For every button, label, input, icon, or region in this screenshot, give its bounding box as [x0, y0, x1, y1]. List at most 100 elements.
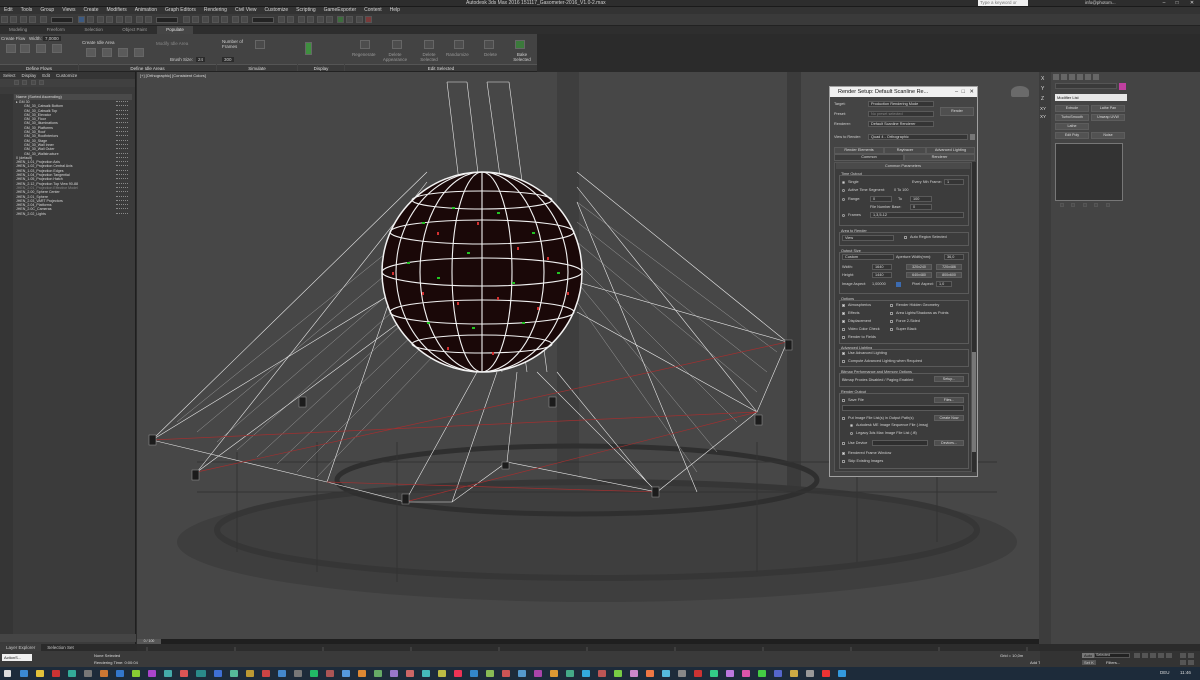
pivot-center-icon[interactable]: [182, 16, 190, 23]
menu-customize[interactable]: Customize: [265, 7, 289, 14]
window-crossing-icon[interactable]: [105, 16, 113, 23]
taskbar-app-icon[interactable]: [598, 670, 606, 677]
regenerate-icon[interactable]: [360, 40, 370, 49]
idle-area-paint-icon[interactable]: [134, 48, 144, 57]
play-icon[interactable]: [1150, 653, 1156, 658]
visibility-toggle-icon[interactable]: [116, 195, 128, 198]
bind-space-warp-icon[interactable]: [39, 16, 47, 23]
move-icon[interactable]: [116, 16, 124, 23]
taskbar-app-icon[interactable]: [758, 670, 766, 677]
taskbar-app-icon[interactable]: [84, 670, 92, 677]
taskbar-app-icon[interactable]: [148, 670, 156, 677]
reference-coordinate-dropdown[interactable]: [156, 17, 179, 23]
menu-views[interactable]: Views: [62, 7, 75, 14]
view-to-render-dropdown[interactable]: Quad 4 - Orthographic: [868, 134, 968, 140]
frames-input[interactable]: 1,3,5-12: [870, 212, 964, 218]
visibility-toggle-icon[interactable]: [116, 165, 128, 167]
randomize-icon[interactable]: [454, 40, 464, 49]
taskbar-app-icon[interactable]: [502, 670, 510, 677]
explorer-filter-icon[interactable]: [14, 80, 19, 85]
taskbar-app-icon[interactable]: [52, 670, 60, 677]
every-nth-input[interactable]: 1: [944, 179, 964, 185]
explorer-menu-edit[interactable]: Edit: [42, 72, 50, 79]
taskbar-app-icon[interactable]: [342, 670, 350, 677]
visibility-toggle-icon[interactable]: [116, 212, 128, 215]
height-input-rs[interactable]: 1440: [872, 272, 892, 278]
list-item[interactable]: JHEN_2.02_Lights: [14, 212, 132, 216]
auto-key-button[interactable]: Auto: [1082, 653, 1095, 658]
tab-raytracer[interactable]: Raytracer: [884, 147, 926, 154]
modifier-lathe-button[interactable]: Lathe: [1055, 123, 1089, 130]
explorer-menu-display[interactable]: Display: [22, 72, 37, 79]
explorer-layer-icon[interactable]: [39, 80, 45, 85]
flow-edit-icon[interactable]: [36, 44, 46, 53]
modifier-noise-button[interactable]: Noise: [1091, 132, 1125, 139]
object-color-swatch[interactable]: [1119, 83, 1126, 90]
modifier-edit-poly-button[interactable]: Edit Poly: [1055, 132, 1089, 139]
close-button[interactable]: ✕: [1186, 0, 1198, 7]
create-now-button[interactable]: Create Now: [934, 415, 964, 421]
taskbar-app-icon[interactable]: [390, 670, 398, 677]
flow-add-icon[interactable]: [52, 44, 62, 53]
size-preset-800x600[interactable]: 800x600: [936, 272, 962, 278]
menu-animation[interactable]: Animation: [135, 7, 157, 14]
search-input[interactable]: Type a keyword or phrase: [978, 0, 1028, 11]
render-production-icon[interactable]: [365, 16, 373, 23]
tab-common[interactable]: Common: [834, 154, 904, 161]
visibility-toggle-icon[interactable]: [116, 118, 128, 120]
taskbar-app-icon[interactable]: [646, 670, 654, 677]
unlink-icon[interactable]: [29, 16, 37, 23]
viewcube-icon[interactable]: [1011, 86, 1029, 97]
taskbar-app-icon[interactable]: [774, 670, 782, 677]
menu-content[interactable]: Content: [364, 7, 382, 14]
visibility-toggle-icon[interactable]: [116, 131, 128, 133]
taskbar-app-icon[interactable]: [534, 670, 542, 677]
force-2-sided-checkbox[interactable]: [890, 320, 893, 323]
curve-editor-icon[interactable]: [317, 16, 325, 23]
frames-radio[interactable]: [842, 214, 845, 217]
place-icon[interactable]: [144, 16, 152, 23]
taskbar-app-icon[interactable]: [438, 670, 446, 677]
menu-create[interactable]: Create: [83, 7, 98, 14]
size-preset-640x480[interactable]: 640x480: [906, 272, 932, 278]
align-icon[interactable]: [287, 16, 295, 23]
render-setup-titlebar[interactable]: Render Setup: Default Scanline Re... – □…: [830, 87, 977, 97]
goto-start-icon[interactable]: [1134, 653, 1140, 658]
number-of-frames-input[interactable]: 300: [222, 57, 234, 62]
image-aspect-value[interactable]: 1,00000: [872, 282, 886, 286]
start-icon[interactable]: [4, 670, 11, 677]
select-manipulate-icon[interactable]: [191, 16, 199, 23]
select-by-name-icon[interactable]: [86, 16, 94, 23]
undo-icon[interactable]: [1, 16, 8, 23]
rendered-frame-window-checkbox[interactable]: [842, 452, 845, 455]
render-to-fields-checkbox[interactable]: [842, 336, 845, 339]
auto-region-checkbox[interactable]: [904, 236, 907, 239]
taskbar-app-icon[interactable]: [422, 670, 430, 677]
taskbar-app-icon[interactable]: [662, 670, 670, 677]
file-number-base-input[interactable]: 0: [910, 204, 932, 210]
rotate-icon[interactable]: [125, 16, 133, 23]
layer-explorer-icon[interactable]: [297, 16, 305, 23]
visibility-toggle-icon[interactable]: [116, 139, 128, 142]
explorer-menu-customize[interactable]: Customize: [56, 72, 77, 79]
simulate-section[interactable]: Simulate: [217, 64, 297, 71]
keyboard-shortcut-override-icon[interactable]: [201, 16, 209, 23]
key-filter-dropdown[interactable]: Selected: [1094, 653, 1130, 658]
modifier-list-dropdown[interactable]: Modifier List: [1055, 94, 1127, 101]
visibility-toggle-icon[interactable]: [116, 204, 128, 206]
define-flows-section[interactable]: Define Flows: [0, 64, 78, 71]
skip-existing-checkbox[interactable]: [842, 460, 845, 463]
taskbar-app-icon[interactable]: [230, 670, 238, 677]
rendered-frame-window-icon[interactable]: [356, 16, 364, 23]
rollout-scrollbar[interactable]: [972, 162, 976, 472]
maxscript-listener[interactable]: ActionS...: [2, 654, 32, 661]
bake-selected-icon[interactable]: [515, 40, 525, 49]
menu-group[interactable]: Group: [40, 7, 54, 14]
goto-end-icon[interactable]: [1166, 653, 1172, 658]
taskbar-app-icon[interactable]: [246, 670, 254, 677]
devices-button[interactable]: Devices...: [934, 440, 964, 446]
taskbar-app-icon[interactable]: [566, 670, 574, 677]
link-icon[interactable]: [20, 16, 28, 23]
modifier-lathe-pan-button[interactable]: Lathe Pan: [1091, 105, 1125, 112]
taskbar-app-icon[interactable]: [68, 670, 76, 677]
